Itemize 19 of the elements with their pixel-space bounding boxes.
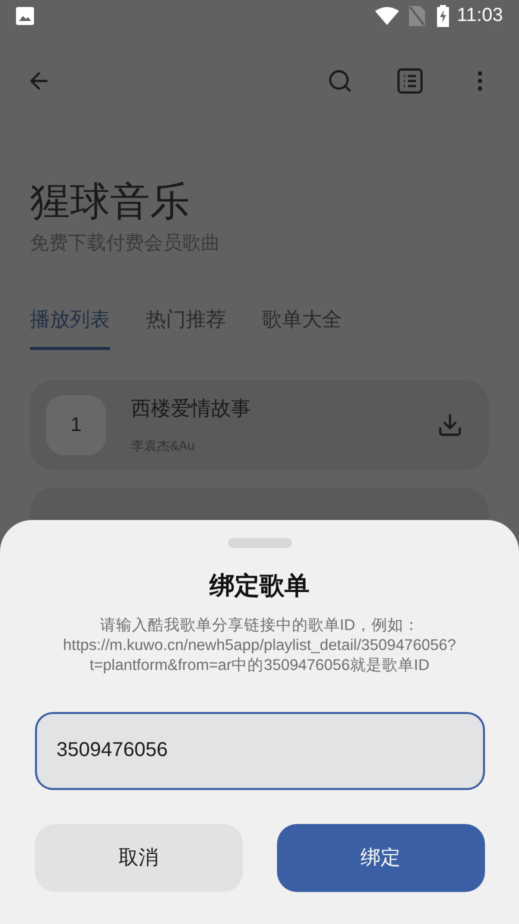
wifi-icon — [374, 7, 399, 25]
no-sim-icon — [408, 6, 425, 26]
bind-button[interactable]: 绑定 — [276, 824, 484, 892]
search-icon[interactable] — [327, 68, 353, 94]
download-icon[interactable] — [437, 412, 463, 438]
dialog-title: 绑定歌单 — [210, 571, 310, 602]
track-number: 1 — [46, 394, 106, 454]
list-icon[interactable] — [397, 68, 423, 94]
tab[interactable]: 歌单大全 — [262, 304, 342, 350]
cancel-button[interactable]: 取消 — [34, 824, 242, 892]
playlist-id-field[interactable]: 3509476056 — [34, 712, 484, 790]
status-time: 11:03 — [456, 4, 503, 28]
dialog-description: 请输入酷我歌单分享链接中的歌单ID，例如：https://m.kuwo.cn/newh5app/playlist_detail/3509476056?t=plantform&from=ar中的3509476056就是歌单ID — [62, 616, 457, 676]
battery-charging-icon — [436, 5, 449, 27]
image-icon — [16, 7, 34, 25]
drag-handle[interactable] — [228, 538, 292, 548]
song-title: 西楼爱情故事 — [131, 396, 252, 422]
app-title: 猩球音乐 — [30, 179, 191, 226]
tab[interactable]: 播放列表 — [30, 304, 110, 350]
